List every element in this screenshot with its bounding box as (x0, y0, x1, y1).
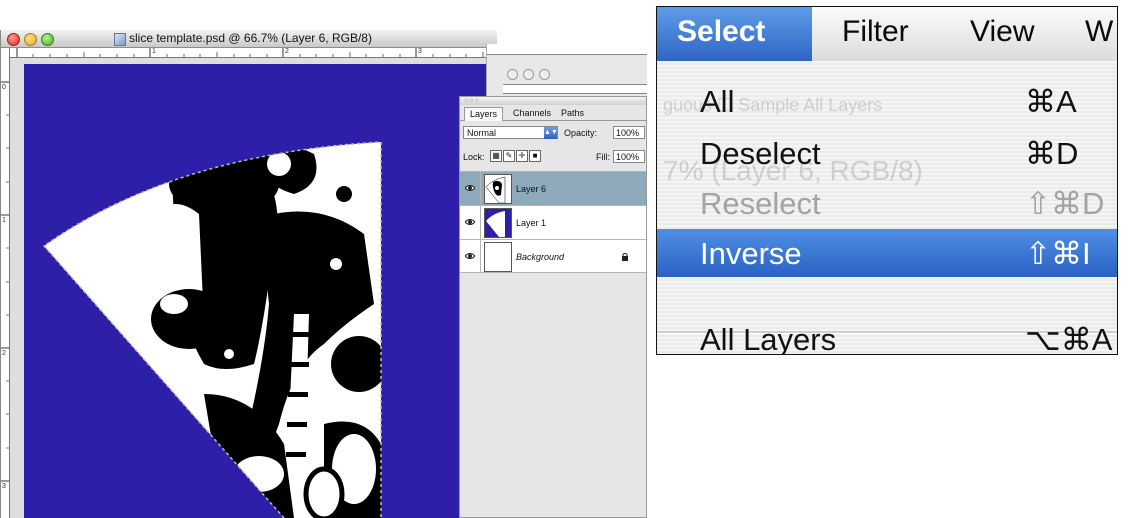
menu-item-shortcut: ⇧⌘D (1025, 186, 1105, 221)
menubar-item-filter[interactable]: Filter (842, 15, 909, 49)
layer-name: Background (516, 252, 565, 262)
menubar: Select Filter View W (657, 7, 1117, 62)
menu-item-shortcut: ⌥⌘A (1025, 322, 1113, 355)
divider (480, 206, 481, 239)
minimize-window-button[interactable] (523, 69, 534, 80)
menu-item-label: All Layers (700, 322, 837, 355)
menu-item-all-layers[interactable]: All Layers ⌥⌘A (657, 315, 1117, 355)
menubar-item-select[interactable]: Select (657, 7, 812, 61)
menu-item-reselect: Reselect ⇧⌘D (657, 179, 1117, 227)
ruler-label: 1 (2, 217, 6, 224)
lock-all-icon[interactable]: ■ (529, 150, 541, 162)
close-window-button[interactable] (507, 69, 518, 80)
menubar-item-window[interactable]: W (1085, 15, 1113, 49)
eye-icon[interactable] (465, 183, 475, 193)
ruler-label: 0 (2, 84, 6, 91)
background-document-window (486, 44, 647, 104)
select-dropdown: guous ☐ Sample All Layers 7% (Layer 6, R… (657, 61, 1117, 355)
menubar-item-view[interactable]: View (970, 15, 1034, 49)
layer-row-layer-6[interactable]: Layer 6 (460, 171, 646, 205)
vertical-ruler[interactable]: 0 1 2 3 (1, 48, 10, 518)
select-menu-zoom: Select Filter View W guous ☐ Sample All … (656, 6, 1118, 355)
psd-file-icon (114, 33, 126, 46)
menu-item-label: Deselect (700, 136, 821, 171)
ruler-label: 2 (285, 48, 289, 55)
chevron-updown-icon: ▲▼ (544, 127, 558, 139)
layer-thumbnail (484, 208, 512, 238)
fill-label: Fill: (596, 152, 610, 162)
fill-field[interactable]: 100% (613, 150, 645, 163)
minimize-window-button[interactable] (24, 33, 37, 46)
opacity-label: Opacity: (564, 128, 598, 138)
document-titlebar[interactable]: slice template.psd @ 66.7% (Layer 6, RGB… (1, 30, 497, 48)
blend-mode-value: Normal (467, 128, 497, 138)
menu-item-inverse[interactable]: Inverse ⇧⌘I (657, 229, 1117, 277)
layer-name: Layer 1 (516, 218, 547, 228)
menubar-label: Select (677, 15, 766, 48)
tab-layers[interactable]: Layers (464, 107, 504, 121)
slice-artwork (42, 141, 382, 518)
layer-row-layer-1[interactable]: Layer 1 (460, 205, 646, 239)
document-title: slice template.psd @ 66.7% (Layer 6, RGB… (129, 31, 372, 45)
horizontal-ruler[interactable]: 1 2 3 (10, 48, 497, 58)
menu-item-deselect[interactable]: Deselect ⌘D (657, 129, 1117, 177)
background-ruler (503, 84, 647, 94)
eye-icon[interactable] (465, 251, 475, 261)
eye-icon[interactable] (465, 217, 475, 227)
menu-item-shortcut: ⌘A (1025, 84, 1077, 119)
image-canvas[interactable] (24, 64, 497, 518)
layer-row-background[interactable]: Background (460, 239, 646, 273)
close-window-button[interactable] (7, 33, 20, 46)
background-horizontal-ruler (487, 44, 647, 55)
tab-channels[interactable]: Channels (508, 107, 556, 120)
palette-titlebar[interactable]: ○○○ (460, 97, 646, 105)
menu-item-all[interactable]: All ⌘A (657, 77, 1117, 125)
menu-item-shortcut: ⇧⌘I (1025, 236, 1091, 271)
menu-item-shortcut: ⌘D (1025, 136, 1079, 171)
opacity-field[interactable]: 100% (613, 126, 645, 139)
palette-tabs: Layers Channels Paths (460, 107, 646, 121)
tab-paths[interactable]: Paths (556, 107, 589, 120)
ruler-ticks (1, 81, 9, 482)
ruler-label: 2 (2, 350, 6, 357)
palette-window-controls[interactable]: ○○○ (464, 97, 480, 105)
menu-item-label: Reselect (700, 186, 821, 221)
divider (480, 172, 481, 205)
lock-position-icon[interactable]: ✛ (516, 150, 528, 162)
zoom-window-button[interactable] (41, 33, 54, 46)
ruler-label: 1 (152, 48, 156, 55)
layer-thumbnail (484, 242, 512, 272)
menu-item-label: Inverse (700, 236, 802, 271)
layers-palette: ○○○ Layers Channels Paths Normal ▲▼ Opac… (459, 96, 647, 518)
ruler-ticks (16, 48, 484, 57)
layer-name: Layer 6 (516, 184, 547, 194)
blend-mode-select[interactable]: Normal ▲▼ (463, 126, 558, 139)
layer-thumbnail (484, 174, 512, 204)
document-window: slice template.psd @ 66.7% (Layer 6, RGB… (0, 30, 497, 518)
lock-transparency-icon[interactable]: ▦ (490, 150, 502, 162)
menu-item-label: All (700, 84, 735, 119)
ruler-label: 3 (2, 483, 6, 490)
lock-label: Lock: (463, 152, 485, 162)
zoom-window-button[interactable] (539, 69, 550, 80)
lock-icon (622, 252, 628, 261)
lock-image-pixels-icon[interactable]: ✎ (503, 150, 515, 162)
ruler-label: 3 (418, 48, 422, 55)
divider (480, 240, 481, 272)
